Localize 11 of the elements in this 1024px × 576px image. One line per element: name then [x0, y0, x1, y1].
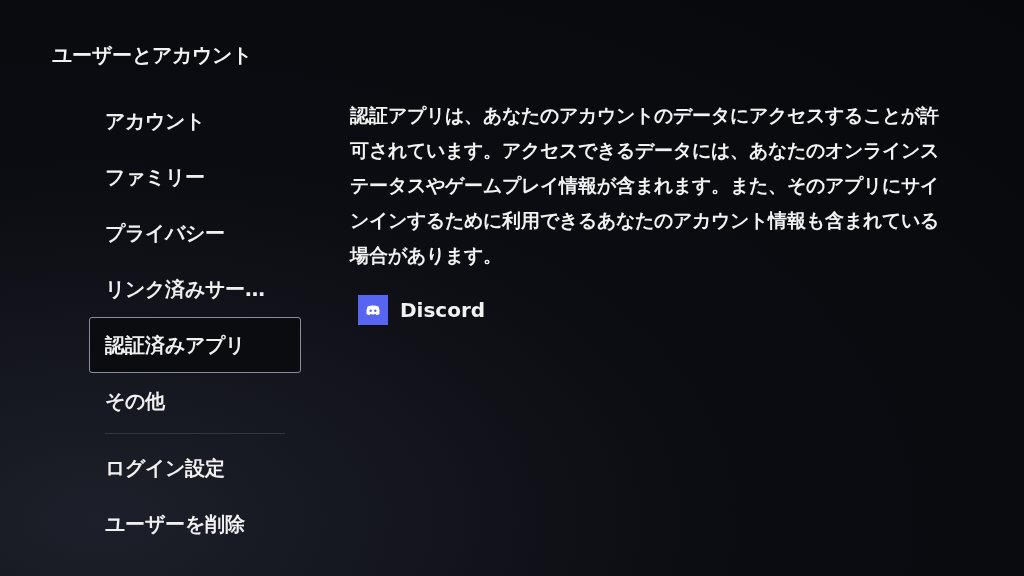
menu-item[interactable]: リンク済みサー… [89, 261, 301, 317]
page-title: ユーザーとアカウント [52, 42, 253, 69]
app-name[interactable]: Discord [400, 298, 486, 322]
menu-item[interactable]: プライバシー [89, 205, 301, 261]
menu-item[interactable]: ファミリー [89, 149, 301, 205]
menu-item[interactable]: その他 [89, 373, 301, 429]
menu-item[interactable]: アカウント [89, 93, 301, 149]
description-text: 認証アプリは、あなたのアカウントのデータにアクセスすることが許可されています。アクセスできるデータには、あなたのオンラインステータスやゲームプレイ情報が含まれます。また、そのアプリにサインインするために利用できるあなたのアカウント情報も含まれている場合があります。 [350, 103, 940, 268]
menu-item[interactable]: ログイン設定 [89, 440, 301, 496]
menu-item[interactable]: 認証済みアプリ [89, 317, 301, 373]
menu-item[interactable]: ユーザーを削除 [89, 496, 301, 552]
